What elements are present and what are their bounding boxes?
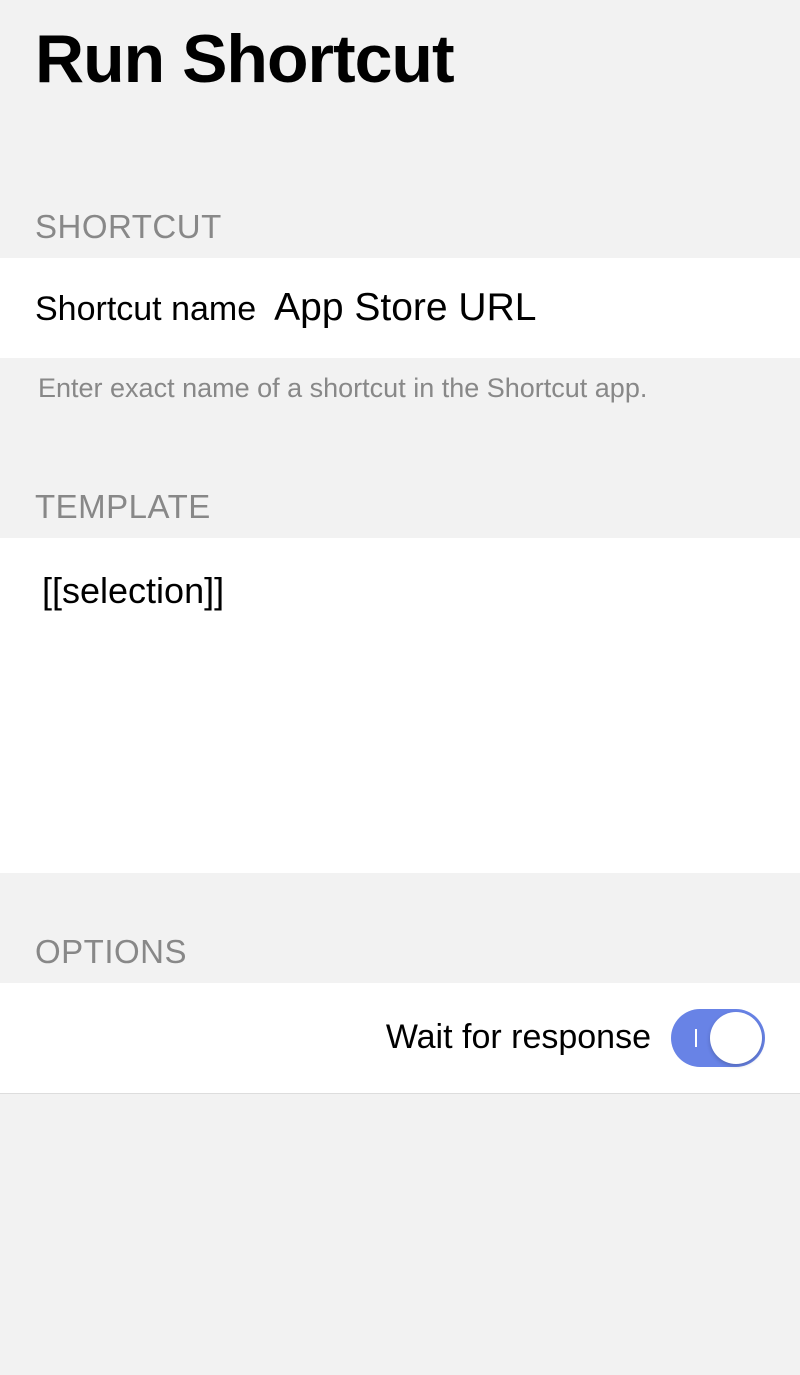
toggle-knob bbox=[710, 1012, 762, 1064]
section-header-shortcut: SHORTCUT bbox=[0, 138, 800, 258]
section-footer-shortcut: Enter exact name of a shortcut in the Sh… bbox=[0, 358, 800, 428]
page-title: Run Shortcut bbox=[0, 0, 800, 138]
shortcut-name-value: App Store URL bbox=[274, 286, 536, 330]
wait-for-response-row: Wait for response bbox=[0, 983, 800, 1094]
wait-for-response-label: Wait for response bbox=[386, 1018, 651, 1057]
wait-for-response-toggle[interactable] bbox=[671, 1009, 765, 1067]
toggle-on-indicator-icon bbox=[695, 1029, 697, 1047]
shortcut-name-label: Shortcut name bbox=[35, 290, 256, 329]
shortcut-name-row[interactable]: Shortcut name App Store URL bbox=[0, 258, 800, 358]
template-textarea[interactable]: [[selection]] bbox=[0, 538, 800, 873]
section-header-template: TEMPLATE bbox=[0, 428, 800, 538]
section-header-options: OPTIONS bbox=[0, 873, 800, 983]
template-value: [[selection]] bbox=[42, 570, 224, 611]
